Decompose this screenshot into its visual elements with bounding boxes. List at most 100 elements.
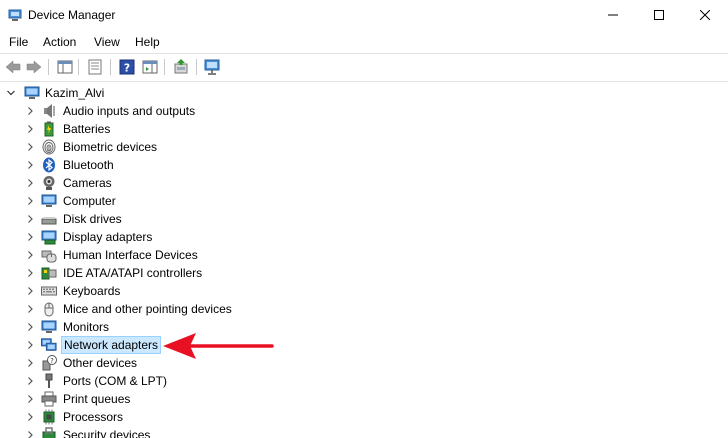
port-icon — [41, 373, 57, 389]
menu-bar: File Action View Help — [0, 31, 728, 54]
tree-root-label: Kazim_Alvi — [45, 86, 105, 100]
tree-item-disk-drives[interactable]: Disk drives — [22, 210, 322, 228]
expand-chevron-icon[interactable] — [24, 393, 36, 405]
annotation-arrow-icon — [163, 333, 274, 359]
expand-chevron-icon[interactable] — [24, 321, 36, 333]
processor-icon — [41, 409, 57, 425]
disk-drive-icon — [41, 211, 57, 227]
help-icon: ? — [119, 59, 135, 75]
back-button[interactable] — [4, 58, 22, 76]
tree-item-label: IDE ATA/ATAPI controllers — [63, 266, 203, 280]
back-arrow-icon — [5, 60, 21, 74]
toolbar-separator — [196, 59, 197, 75]
expand-chevron-icon[interactable] — [24, 159, 36, 171]
tree-item-keyboards[interactable]: Keyboards — [22, 282, 322, 300]
minimize-button[interactable] — [590, 0, 636, 30]
battery-icon — [41, 121, 57, 137]
tree-item-label: Display adapters — [63, 230, 153, 244]
menu-help[interactable]: Help — [135, 35, 160, 49]
mouse-icon — [41, 301, 57, 317]
expand-chevron-icon[interactable] — [24, 177, 36, 189]
properties-button[interactable] — [86, 58, 104, 76]
tree-item-print-queues[interactable]: Print queues — [22, 390, 322, 408]
tree-item-label: Bluetooth — [63, 158, 114, 172]
forward-arrow-icon — [26, 60, 42, 74]
network-adapter-icon — [41, 337, 57, 353]
tree-item-label: Network adapters — [61, 336, 162, 354]
tree-item-human-interface-devices[interactable]: Human Interface Devices — [22, 246, 322, 264]
expand-chevron-icon[interactable] — [24, 357, 36, 369]
computer-icon — [24, 85, 40, 101]
show-hide-console-tree-icon — [57, 60, 73, 74]
tree-item-security-devices[interactable]: Security devices — [22, 426, 322, 438]
tree-item-display-adapters[interactable]: Display adapters — [22, 228, 322, 246]
show-hide-console-tree-button[interactable] — [56, 58, 74, 76]
tree-item-label: Processors — [63, 410, 124, 424]
tree-item-ide-ata-atapi-controllers[interactable]: IDE ATA/ATAPI controllers — [22, 264, 322, 282]
forward-button[interactable] — [25, 58, 43, 76]
expand-chevron-icon[interactable] — [24, 231, 36, 243]
expand-chevron-icon[interactable] — [24, 339, 36, 351]
minimize-icon — [608, 14, 618, 16]
tree-item-audio-inputs-and-outputs[interactable]: Audio inputs and outputs — [22, 102, 322, 120]
close-icon — [700, 10, 710, 20]
tree-item-processors[interactable]: Processors — [22, 408, 322, 426]
help-button[interactable]: ? — [118, 58, 136, 76]
expand-chevron-icon[interactable] — [24, 285, 36, 297]
expand-chevron-icon[interactable] — [24, 105, 36, 117]
tree-item-mice-and-other-pointing-devices[interactable]: Mice and other pointing devices — [22, 300, 322, 318]
tree-item-biometric-devices[interactable]: Biometric devices — [22, 138, 322, 156]
menu-view[interactable]: View — [94, 35, 120, 49]
tree-item-cameras[interactable]: Cameras — [22, 174, 322, 192]
tree-root[interactable]: Kazim_Alvi — [0, 84, 300, 102]
scan-hardware-button[interactable] — [203, 58, 221, 76]
expand-chevron-icon[interactable] — [24, 123, 36, 135]
title-bar: Device Manager — [0, 0, 728, 30]
collapse-chevron-icon[interactable] — [5, 87, 17, 99]
menu-action[interactable]: Action — [43, 35, 76, 49]
security-device-icon — [41, 427, 57, 438]
maximize-icon — [654, 10, 664, 20]
tree-item-label: Other devices — [63, 356, 138, 370]
tree-item-label: Mice and other pointing devices — [63, 302, 232, 316]
fingerprint-icon — [41, 139, 57, 155]
window-title: Device Manager — [28, 8, 116, 22]
tree-item-bluetooth[interactable]: Bluetooth — [22, 156, 322, 174]
camera-icon — [41, 175, 57, 191]
expand-chevron-icon[interactable] — [24, 249, 36, 261]
menu-file[interactable]: File — [9, 35, 28, 49]
bluetooth-icon — [41, 157, 57, 173]
device-tree: Kazim_Alvi Audio inputs and outputs Batt… — [0, 82, 728, 438]
keyboard-icon — [41, 283, 57, 299]
expand-chevron-icon[interactable] — [24, 267, 36, 279]
expand-chevron-icon[interactable] — [24, 411, 36, 423]
tree-item-label: Ports (COM & LPT) — [63, 374, 168, 388]
ide-controller-icon — [41, 265, 57, 281]
expand-chevron-icon[interactable] — [24, 213, 36, 225]
action-pane-button[interactable] — [141, 58, 159, 76]
toolbar: ? — [0, 54, 728, 82]
update-driver-button[interactable] — [172, 58, 190, 76]
hid-icon — [41, 247, 57, 263]
device-manager-app-icon — [8, 9, 22, 21]
maximize-button[interactable] — [636, 0, 682, 30]
tree-item-label: Security devices — [63, 428, 151, 438]
tree-item-batteries[interactable]: Batteries — [22, 120, 322, 138]
expand-chevron-icon[interactable] — [24, 429, 36, 438]
tree-item-label: Keyboards — [63, 284, 121, 298]
properties-icon — [88, 59, 102, 75]
tree-item-label: Computer — [63, 194, 116, 208]
tree-item-label: Disk drives — [63, 212, 122, 226]
expand-chevron-icon[interactable] — [24, 141, 36, 153]
unknown-device-icon: ? — [41, 355, 57, 371]
monitor-icon — [41, 193, 57, 209]
monitor-icon — [41, 319, 57, 335]
tree-item-label: Human Interface Devices — [63, 248, 198, 262]
expand-chevron-icon[interactable] — [24, 195, 36, 207]
expand-chevron-icon[interactable] — [24, 303, 36, 315]
tree-item-computer[interactable]: Computer — [22, 192, 322, 210]
scan-hardware-icon — [204, 59, 220, 75]
expand-chevron-icon[interactable] — [24, 375, 36, 387]
tree-item-ports-com-lpt[interactable]: Ports (COM & LPT) — [22, 372, 322, 390]
close-button[interactable] — [682, 0, 728, 30]
